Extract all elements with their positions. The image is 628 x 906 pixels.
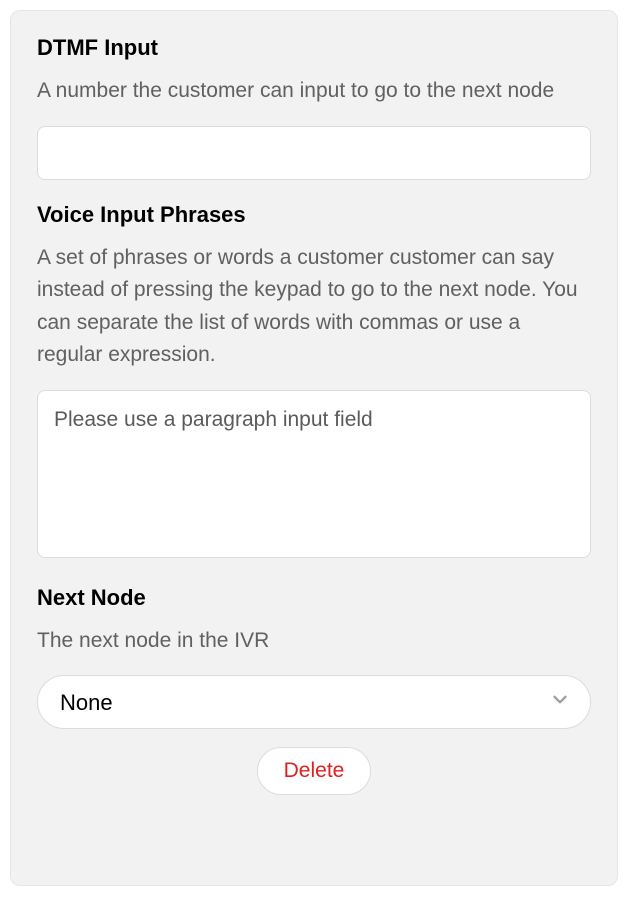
dtmf-input[interactable] — [37, 126, 591, 180]
voice-input[interactable] — [37, 390, 591, 558]
delete-button[interactable]: Delete — [257, 747, 372, 795]
voice-desc: A set of phrases or words a customer cus… — [37, 242, 591, 372]
dtmf-title: DTMF Input — [37, 35, 591, 61]
config-panel: DTMF Input A number the customer can inp… — [10, 10, 618, 886]
next-node-title: Next Node — [37, 585, 591, 611]
delete-row: Delete — [37, 747, 591, 795]
voice-title: Voice Input Phrases — [37, 202, 591, 228]
next-node-select-wrap: None — [37, 675, 591, 729]
next-node-select[interactable]: None — [37, 675, 591, 729]
next-node-desc: The next node in the IVR — [37, 625, 591, 658]
dtmf-desc: A number the customer can input to go to… — [37, 75, 591, 108]
